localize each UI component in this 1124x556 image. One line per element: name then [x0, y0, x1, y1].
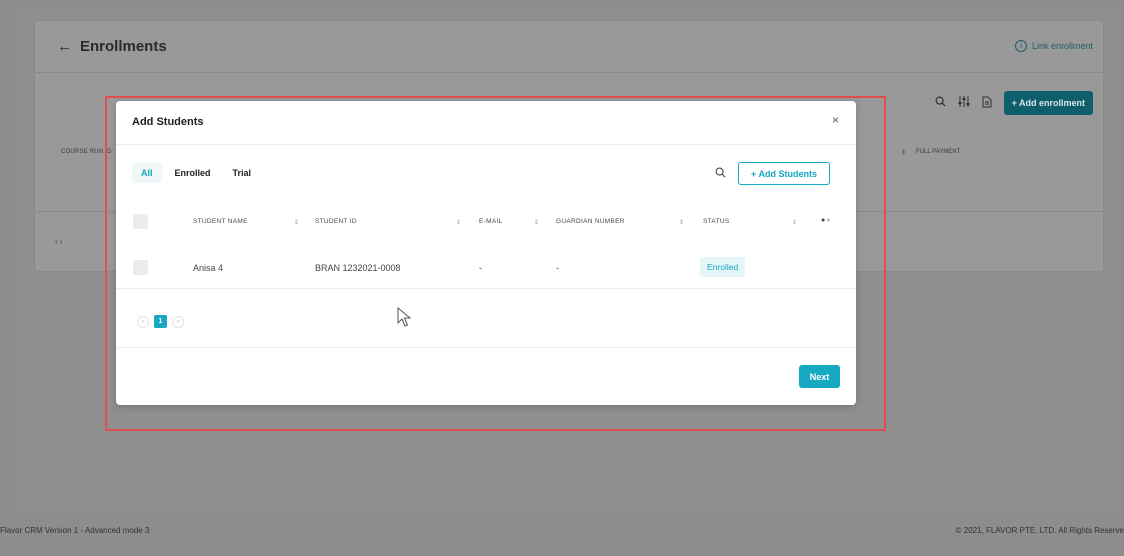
card-header: ← Enrollments i Link enrollment [35, 21, 1103, 73]
sort-icon[interactable]: ⇕ [456, 219, 461, 226]
sort-icon[interactable]: ⇕ [679, 219, 684, 226]
enrollments-toolbar: + Add enrollment [935, 91, 1093, 115]
footer-version: Flavor CRM Version 1 - Advanced mode 3 [0, 526, 150, 535]
search-icon[interactable] [715, 167, 726, 181]
add-students-button[interactable]: + Add Students [738, 162, 830, 185]
tab-enrolled[interactable]: Enrolled [166, 163, 220, 183]
tab-trial[interactable]: Trial [224, 163, 261, 183]
more-icon[interactable]: ●● [821, 217, 831, 224]
next-button[interactable]: Next [799, 365, 840, 388]
column-header-student-id[interactable]: STUDENT ID [315, 218, 357, 225]
student-id-cell: BRAN 1232021-0008 [315, 263, 401, 273]
full-payment-label: FULL PAYMENT [916, 149, 961, 155]
table-row[interactable]: Anisa 4 BRAN 1232021-0008 - - Enrolled [116, 256, 856, 288]
guardian-number-cell: - [556, 263, 559, 273]
column-header-status[interactable]: STATUS [703, 218, 729, 225]
modal-title: Add Students [132, 116, 204, 128]
link-enrollment-link[interactable]: i Link enrollment [1014, 40, 1093, 52]
page-number-current[interactable]: 1 [154, 315, 167, 328]
page-title-text: Enrollments [80, 38, 167, 55]
add-enrollment-button[interactable]: + Add enrollment [1003, 91, 1093, 115]
select-all-checkbox[interactable] [133, 214, 148, 229]
divider [116, 288, 856, 289]
sort-icon[interactable]: ⇕ [294, 219, 299, 226]
export-icon[interactable] [982, 96, 992, 111]
background-pagination: ‹ › [55, 237, 63, 246]
footer-copyright: © 2021, FLAVOR PTE. LTD. All Rights Rese… [955, 526, 1124, 535]
student-name-cell: Anisa 4 [193, 263, 224, 273]
sort-icon[interactable]: ⇕ [534, 219, 539, 226]
column-header-full-payment: ⇕ FULL PAYMENT [901, 149, 960, 156]
pagination: ‹ 1 › [137, 315, 184, 328]
search-icon[interactable] [935, 96, 946, 110]
tab-all[interactable]: All [132, 163, 162, 183]
column-header-student-name[interactable]: STUDENT NAME [193, 218, 248, 225]
back-arrow-icon[interactable]: ← [57, 38, 72, 55]
status-badge: Enrolled [700, 257, 746, 277]
chevron-left-icon[interactable]: ‹ [137, 315, 149, 328]
page-title: ← Enrollments [57, 38, 167, 55]
add-students-modal: Add Students × All Enrolled Trial + Add … [116, 101, 856, 405]
column-header-email[interactable]: E-MAIL [479, 218, 502, 225]
modal-header: Add Students × [116, 101, 856, 145]
sort-icon[interactable]: ⇕ [901, 149, 906, 156]
link-enrollment-label: Link enrollment [1031, 41, 1093, 51]
close-icon[interactable]: × [832, 113, 839, 127]
student-filter-tabs: All Enrolled Trial [132, 163, 260, 183]
chevron-right-icon[interactable]: › [172, 315, 184, 328]
filter-icon[interactable] [958, 96, 970, 110]
row-checkbox[interactable] [133, 260, 148, 275]
email-cell: - [479, 263, 482, 273]
mouse-cursor-icon [397, 306, 412, 332]
sort-icon[interactable]: ⇕ [792, 219, 797, 226]
divider [116, 347, 856, 348]
column-header-guardian-number[interactable]: GUARDIAN NUMBER [556, 218, 625, 225]
info-icon: i [1014, 40, 1027, 52]
